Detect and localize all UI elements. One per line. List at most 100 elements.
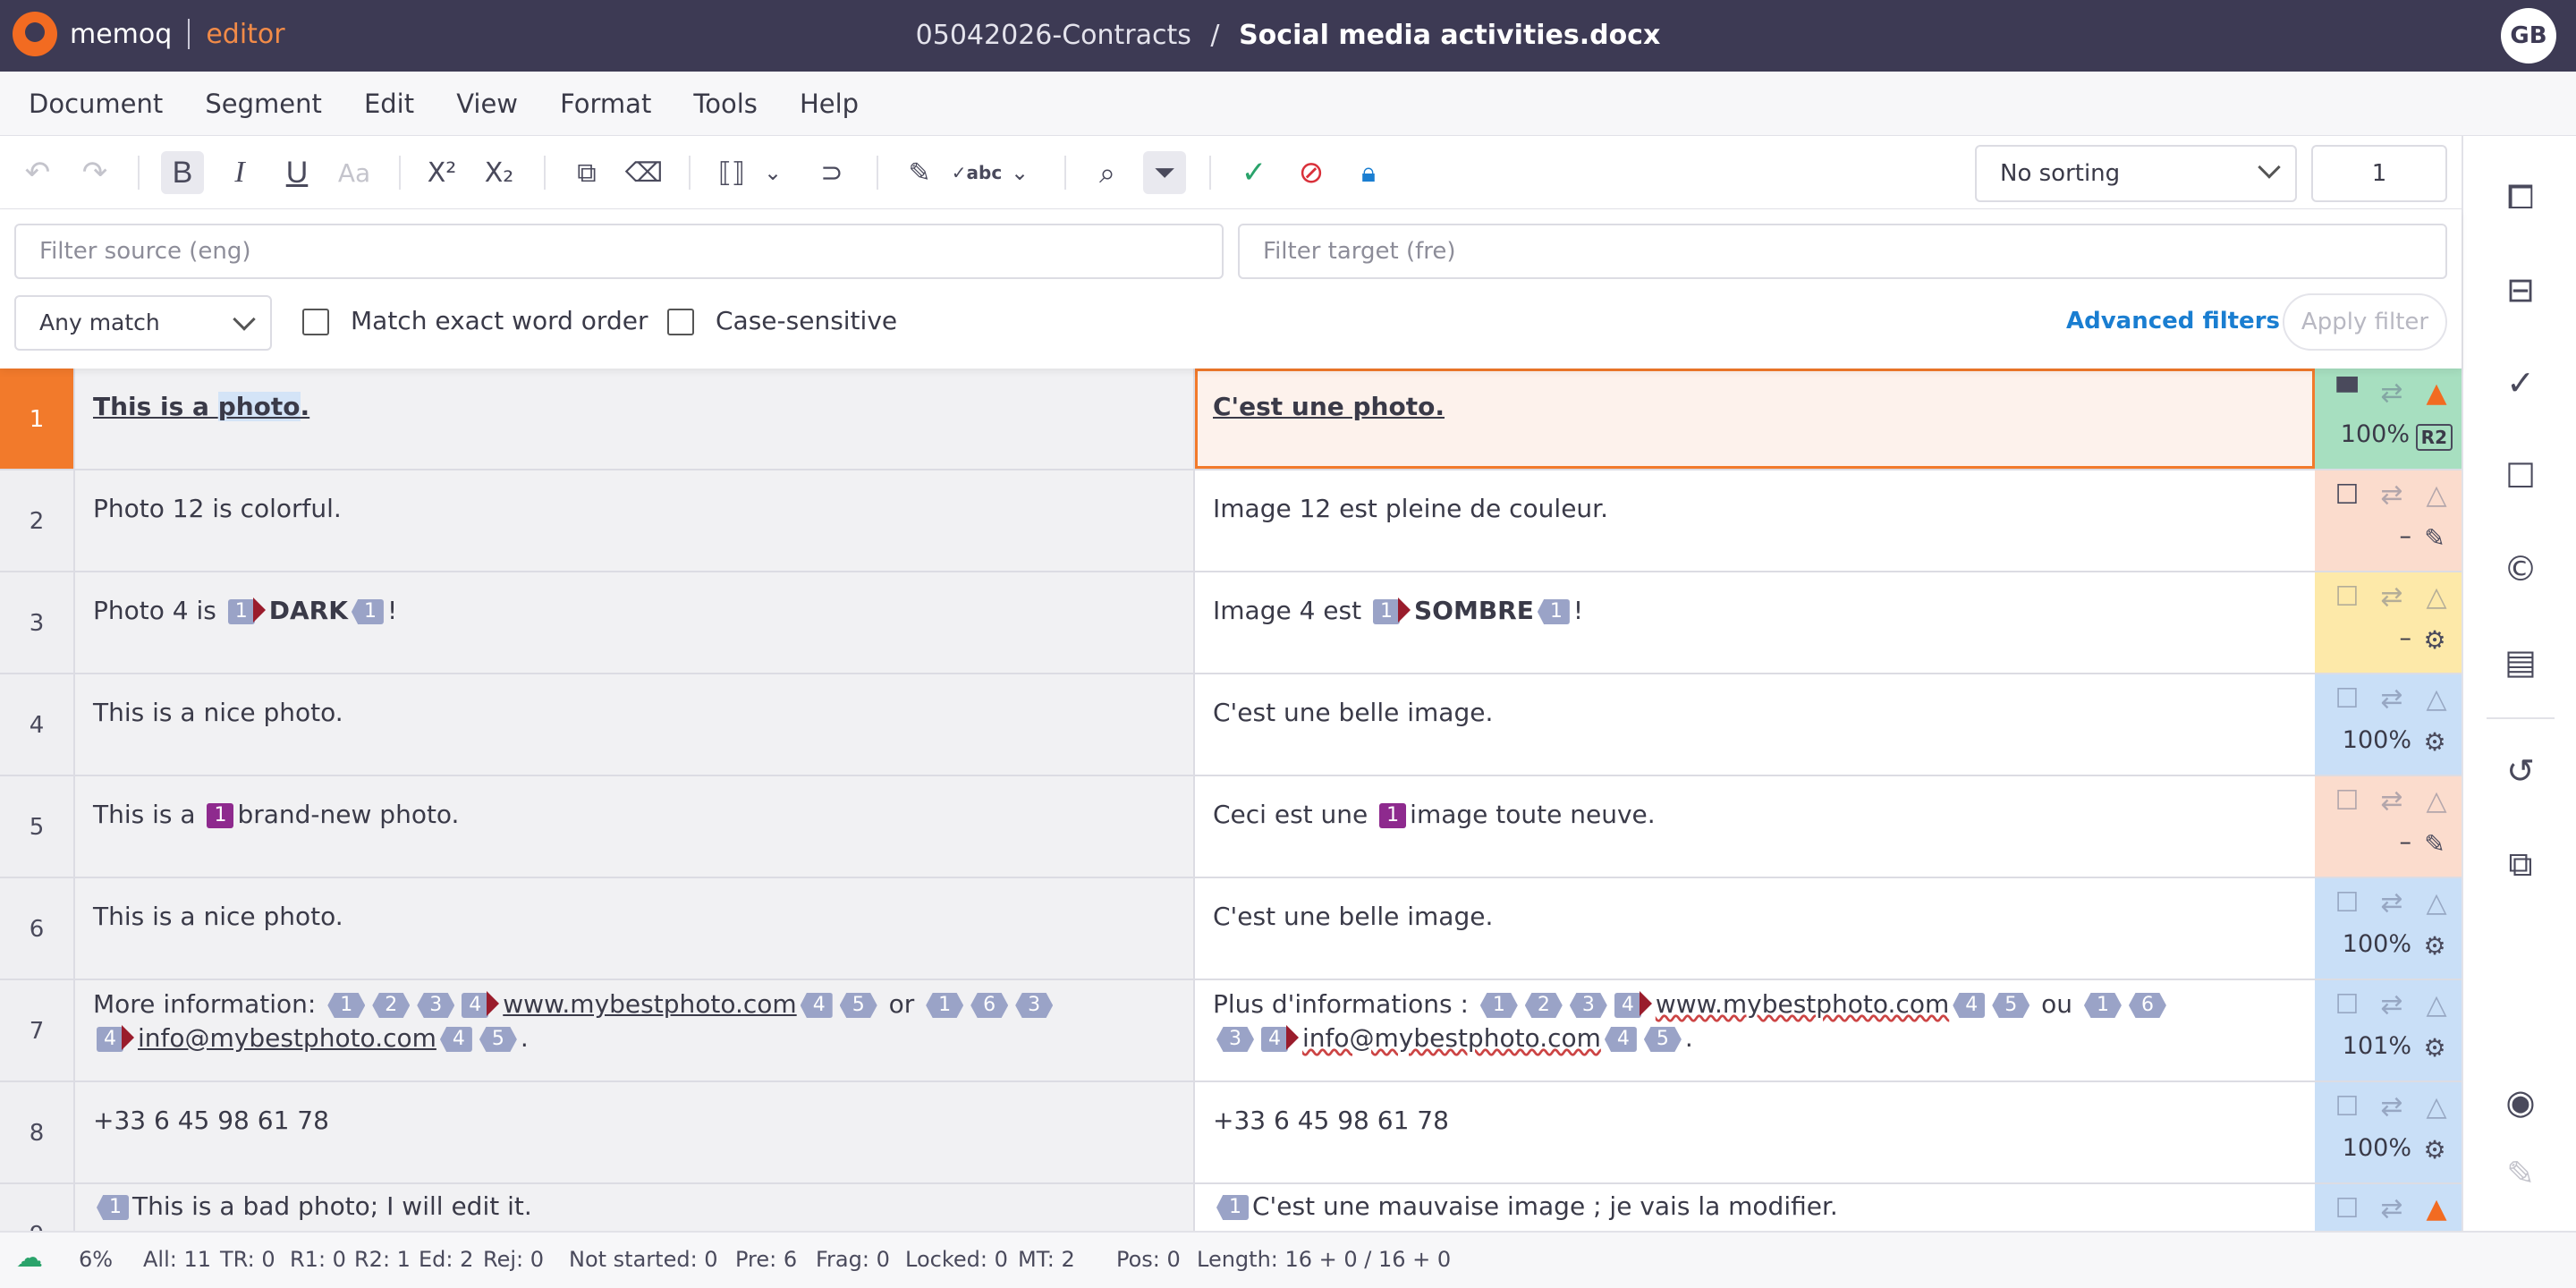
table-row[interactable]: 3 Photo 4 is 1 DARK 1! Image 4 est 1 SOMBRE… [0, 572, 2462, 674]
menu-help[interactable]: Help [800, 72, 859, 136]
tag[interactable]: 5 [1992, 993, 2030, 1018]
tag[interactable]: 5 [479, 1027, 517, 1052]
tag[interactable]: 3 [1015, 993, 1054, 1018]
menu-document[interactable]: Document [29, 72, 163, 136]
tag-close[interactable]: 1 [1216, 1195, 1249, 1220]
reject-icon[interactable]: ⊘ [1290, 151, 1333, 194]
tag-open[interactable]: 4 [1261, 1027, 1288, 1052]
undo-icon[interactable]: ↶ [16, 151, 59, 194]
lock-icon[interactable]: 🔒︎ [1347, 151, 1390, 194]
comment-icon[interactable]: ☐ [2499, 454, 2542, 497]
target-cell[interactable]: +33 6 45 98 61 78 [1195, 1082, 2315, 1182]
table-row[interactable]: 7 More information: 1 2 3 4 www.mybestphoto.… [0, 980, 2462, 1082]
tag[interactable]: 3 [417, 993, 455, 1018]
copy-source-icon[interactable]: ⧉ [565, 151, 608, 194]
concordance-icon[interactable]: ✎ [898, 151, 941, 194]
tag-close[interactable]: 4 [800, 993, 833, 1018]
tag[interactable]: 1 [327, 993, 366, 1018]
tag[interactable]: 5 [839, 993, 877, 1018]
comment-icon[interactable]: ☐ [2329, 1191, 2365, 1227]
tag-placeholder[interactable]: 1 [1379, 803, 1407, 828]
tag-open[interactable]: 1 [227, 599, 255, 624]
apply-filter-button[interactable]: Apply filter [2283, 293, 2447, 351]
clear-icon[interactable]: ⌫ [623, 151, 665, 194]
target-cell[interactable]: C'est une photo. [1195, 369, 2315, 469]
redo-icon[interactable]: ↷ [73, 151, 116, 194]
filter-icon[interactable]: ⏷ [1143, 151, 1186, 194]
comment-icon[interactable]: ▀ [2329, 376, 2365, 411]
case-sensitive-checkbox[interactable] [667, 309, 694, 335]
filter-target-input[interactable] [1238, 224, 2447, 279]
tag-close[interactable]: 1 [1537, 599, 1570, 624]
tag[interactable]: 2 [1524, 993, 1563, 1018]
eye-icon[interactable]: ◉ [2499, 1080, 2542, 1123]
warning-icon[interactable]: ▲ [2419, 376, 2454, 411]
bold-icon[interactable]: B [161, 151, 204, 194]
tag-open[interactable]: 4 [462, 993, 489, 1018]
target-cell[interactable]: 1 C'est une mauvaise image ; je vais la m… [1195, 1184, 2315, 1231]
tag[interactable]: 6 [2128, 993, 2166, 1018]
comment-icon[interactable]: ☐ [2329, 580, 2365, 615]
tag[interactable]: 3 [1569, 993, 1607, 1018]
tag[interactable]: 2 [372, 993, 411, 1018]
chevron-down-icon[interactable]: ⌄ [751, 151, 794, 194]
comment-icon[interactable]: ☐ [2329, 987, 2365, 1023]
tag[interactable]: 1 [2083, 993, 2122, 1018]
tag[interactable]: 6 [970, 993, 1009, 1018]
tag-close[interactable]: 4 [1604, 1027, 1637, 1052]
underline-icon[interactable]: U [275, 151, 318, 194]
tag-open[interactable]: 4 [97, 1027, 123, 1052]
menu-edit[interactable]: Edit [364, 72, 414, 136]
warning-icon[interactable]: ▲ [2419, 1191, 2454, 1227]
check-icon[interactable]: ✓ [2499, 361, 2542, 404]
target-cell[interactable]: C'est une belle image. [1195, 878, 2315, 979]
menu-segment[interactable]: Segment [205, 72, 322, 136]
comment-icon[interactable]: ☐ [2329, 478, 2365, 513]
tag-close[interactable]: 4 [1953, 993, 1986, 1018]
segment-icon[interactable]: ⊟ [2499, 268, 2542, 311]
exact-word-order-checkbox[interactable] [302, 309, 329, 335]
sorting-dropdown[interactable]: No sorting [1975, 145, 2297, 202]
comment-icon[interactable]: ☐ [2329, 886, 2365, 921]
comment-icon[interactable]: ☐ [2329, 784, 2365, 819]
target-cell[interactable]: Image 4 est 1 SOMBRE 1! [1195, 572, 2315, 673]
table-row[interactable]: 5 This is a 1 brand-new photo. Ceci est u… [0, 776, 2462, 878]
menu-format[interactable]: Format [560, 72, 651, 136]
puzzle-icon[interactable]: ⧠ [2499, 175, 2542, 218]
user-avatar[interactable]: GB [2501, 8, 2556, 64]
target-cell[interactable]: Plus d'informations : 1 2 3 4 www.mybestphot… [1195, 980, 2315, 1080]
menu-view[interactable]: View [456, 72, 518, 136]
target-cell[interactable]: Ceci est une 1 image toute neuve. [1195, 776, 2315, 877]
edit-icon[interactable]: ✎ [2499, 1152, 2542, 1195]
confirm-icon[interactable]: ✓ [1233, 151, 1275, 194]
target-cell[interactable]: Image 12 est pleine de couleur. [1195, 470, 2315, 571]
tag-placeholder[interactable]: 1 [207, 803, 234, 828]
comment-icon[interactable]: ☐ [2329, 1089, 2365, 1125]
advanced-filters-link[interactable]: Advanced filters [2066, 308, 2280, 335]
tag-close[interactable]: 1 [351, 599, 384, 624]
table-row[interactable]: 6 This is a nice photo. C'est une belle … [0, 878, 2462, 980]
menu-tools[interactable]: Tools [693, 72, 757, 136]
spellcheck-icon[interactable]: ✓abc [952, 151, 1002, 194]
chat-icon[interactable]: ⧉ [2499, 843, 2542, 886]
tag-open[interactable]: 4 [1614, 993, 1641, 1018]
segment-number-input[interactable]: 1 [2311, 145, 2447, 202]
table-row[interactable]: 2 Photo 12 is colorful. Image 12 est ple… [0, 470, 2462, 572]
table-row[interactable]: 1 This is a photo. C'est une photo. ▀ ⇄ ▲ … [0, 369, 2462, 470]
copyright-icon[interactable]: © [2499, 547, 2542, 590]
table-row[interactable]: 8 +33 6 45 98 61 78 +33 6 45 98 61 78 ☐ ⇄… [0, 1082, 2462, 1184]
match-mode-dropdown[interactable]: Any match [14, 295, 272, 351]
insert-tag-icon[interactable]: ⊃ [810, 151, 853, 194]
tag[interactable]: 5 [1643, 1027, 1682, 1052]
subscript-icon[interactable]: X₂ [478, 151, 521, 194]
chevron-down-icon[interactable]: ⌄ [998, 151, 1041, 194]
italic-icon[interactable]: I [218, 151, 261, 194]
document-icon[interactable]: ▤ [2499, 640, 2542, 683]
target-cell[interactable]: C'est une belle image. [1195, 674, 2315, 775]
tag-close[interactable]: 4 [439, 1027, 472, 1052]
tag-close[interactable]: 1 [97, 1195, 129, 1220]
tag[interactable]: 1 [926, 993, 964, 1018]
table-row[interactable]: 4 This is a nice photo. C'est une belle … [0, 674, 2462, 776]
tags-icon[interactable]: ⟦⟧ [710, 151, 753, 194]
tag-open[interactable]: 1 [1373, 599, 1400, 624]
